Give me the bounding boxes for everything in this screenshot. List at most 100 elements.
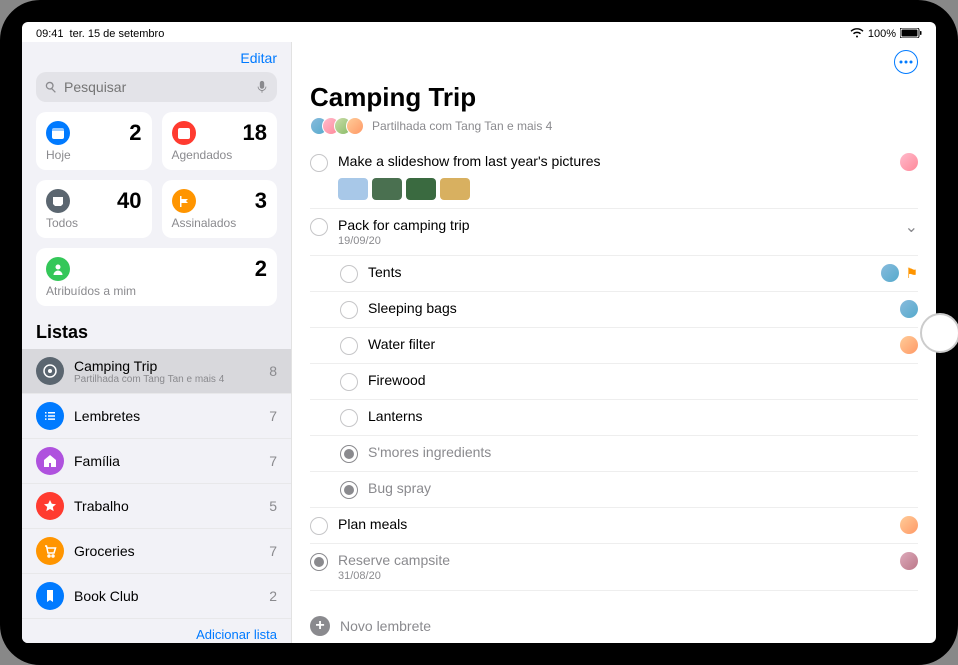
- assignee-avatar: [900, 153, 918, 171]
- reminder-date: 19/09/20: [338, 235, 895, 247]
- status-bar: 09:41 ter. 15 de setembro 100%: [22, 22, 936, 46]
- sidebar-list-item[interactable]: Família 7: [22, 439, 291, 484]
- thumbnail-image[interactable]: [406, 178, 436, 200]
- smart-list-all[interactable]: 40 Todos: [36, 180, 152, 238]
- attachment-thumbnails[interactable]: [310, 178, 918, 200]
- reminder-title: Plan meals: [338, 516, 890, 532]
- search-input[interactable]: [64, 79, 249, 95]
- complete-radio[interactable]: [310, 517, 328, 535]
- flagged-label: Assinalados: [172, 216, 268, 230]
- calendar-icon: [172, 121, 196, 145]
- reminder-item[interactable]: Lanterns: [310, 400, 918, 436]
- list-item-title: Trabalho: [74, 498, 259, 514]
- reminder-item[interactable]: Firewood: [310, 364, 918, 400]
- chevron-down-icon[interactable]: ⌄: [905, 217, 918, 237]
- list-item-count: 2: [269, 588, 277, 604]
- more-button[interactable]: [894, 50, 918, 74]
- list-item-title: Família: [74, 453, 259, 469]
- all-count: 40: [117, 188, 141, 214]
- reminder-item[interactable]: Make a slideshow from last year's pictur…: [310, 145, 918, 209]
- complete-radio[interactable]: [340, 301, 358, 319]
- assignee-avatar: [900, 336, 918, 354]
- reminder-date: 31/08/20: [338, 570, 890, 582]
- list-item-title: Book Club: [74, 588, 259, 604]
- sidebar-list-item[interactable]: Trabalho 5: [22, 484, 291, 529]
- smart-list-today[interactable]: 2 Hoje: [36, 112, 152, 170]
- scheduled-count: 18: [243, 120, 267, 146]
- reminder-title: S'mores ingredients: [368, 444, 908, 460]
- edit-button[interactable]: Editar: [240, 50, 277, 66]
- thumbnail-image[interactable]: [440, 178, 470, 200]
- list-item-title: Lembretes: [74, 408, 259, 424]
- sidebar-list-item[interactable]: Groceries 7: [22, 529, 291, 574]
- reminder-title: Water filter: [368, 336, 890, 352]
- home-button[interactable]: [920, 313, 958, 353]
- reminder-title: Reserve campsite: [338, 552, 890, 568]
- smart-list-flagged[interactable]: 3 Assinalados: [162, 180, 278, 238]
- calendar-today-icon: [46, 121, 70, 145]
- reminder-title: Tents: [368, 264, 871, 280]
- thumbnail-image[interactable]: [338, 178, 368, 200]
- flagged-count: 3: [255, 188, 267, 214]
- list-title: Camping Trip: [292, 82, 936, 115]
- today-count: 2: [129, 120, 141, 146]
- assignee-avatar: [900, 300, 918, 318]
- sidebar-list-item[interactable]: Camping Trip Partilhada com Tang Tan e m…: [22, 349, 291, 394]
- reminder-title: Lanterns: [368, 408, 908, 424]
- reminder-item[interactable]: Tents ⚑: [310, 256, 918, 292]
- home-icon: [36, 447, 64, 475]
- complete-radio[interactable]: [340, 481, 358, 499]
- reminder-item[interactable]: Water filter: [310, 328, 918, 364]
- search-icon: [44, 80, 58, 94]
- wifi-icon: [850, 28, 864, 41]
- complete-radio[interactable]: [340, 337, 358, 355]
- complete-radio[interactable]: [310, 553, 328, 571]
- reminder-item[interactable]: Sleeping bags: [310, 292, 918, 328]
- assigned-label: Atribuídos a mim: [46, 284, 267, 298]
- complete-radio[interactable]: [340, 265, 358, 283]
- search-field[interactable]: [36, 72, 277, 102]
- reminder-item[interactable]: S'mores ingredients: [310, 436, 918, 472]
- flag-icon: [172, 189, 196, 213]
- shared-text: Partilhada com Tang Tan e mais 4: [372, 119, 552, 133]
- complete-radio[interactable]: [340, 373, 358, 391]
- complete-radio[interactable]: [310, 154, 328, 172]
- reminder-title: Firewood: [368, 372, 908, 388]
- reminder-item[interactable]: Pack for camping trip 19/09/20 ⌄: [310, 209, 918, 256]
- person-icon: [46, 257, 70, 281]
- sidebar: Editar 2 Hoje: [22, 42, 292, 643]
- sidebar-list-item[interactable]: Book Club 2: [22, 574, 291, 619]
- list-item-subtitle: Partilhada com Tang Tan e mais 4: [74, 374, 259, 385]
- list-icon: [36, 402, 64, 430]
- cart-icon: [36, 537, 64, 565]
- reminder-title: Make a slideshow from last year's pictur…: [338, 153, 890, 169]
- complete-radio[interactable]: [340, 409, 358, 427]
- battery-percent: 100%: [868, 28, 896, 40]
- smart-list-assigned[interactable]: 2 Atribuídos a mim: [36, 248, 277, 306]
- list-item-title: Camping Trip: [74, 358, 259, 374]
- add-list-button[interactable]: Adicionar lista: [22, 619, 291, 643]
- star-icon: [36, 492, 64, 520]
- flag-icon: ⚑: [905, 265, 918, 282]
- list-item-count: 7: [269, 543, 277, 559]
- new-reminder-button[interactable]: + Novo lembrete: [292, 606, 936, 643]
- microphone-icon[interactable]: [255, 80, 269, 94]
- smart-list-scheduled[interactable]: 18 Agendados: [162, 112, 278, 170]
- reminder-title: Pack for camping trip: [338, 217, 895, 233]
- complete-radio[interactable]: [340, 445, 358, 463]
- list-item-count: 7: [269, 453, 277, 469]
- tray-icon: [46, 189, 70, 213]
- status-time: 09:41: [36, 28, 64, 40]
- content-pane: Camping Trip Partilhada com Tang Tan e m…: [292, 42, 936, 643]
- assignee-avatar: [900, 552, 918, 570]
- lists-header: Listas: [22, 306, 291, 349]
- reminder-title: Bug spray: [368, 480, 908, 496]
- reminder-item[interactable]: Reserve campsite 31/08/20: [310, 544, 918, 591]
- reminder-item[interactable]: Plan meals: [310, 508, 918, 544]
- thumbnail-image[interactable]: [372, 178, 402, 200]
- shared-info[interactable]: Partilhada com Tang Tan e mais 4: [292, 115, 936, 145]
- sidebar-list-item[interactable]: Lembretes 7: [22, 394, 291, 439]
- reminder-item[interactable]: Bug spray: [310, 472, 918, 508]
- complete-radio[interactable]: [310, 218, 328, 236]
- assignee-avatar: [900, 516, 918, 534]
